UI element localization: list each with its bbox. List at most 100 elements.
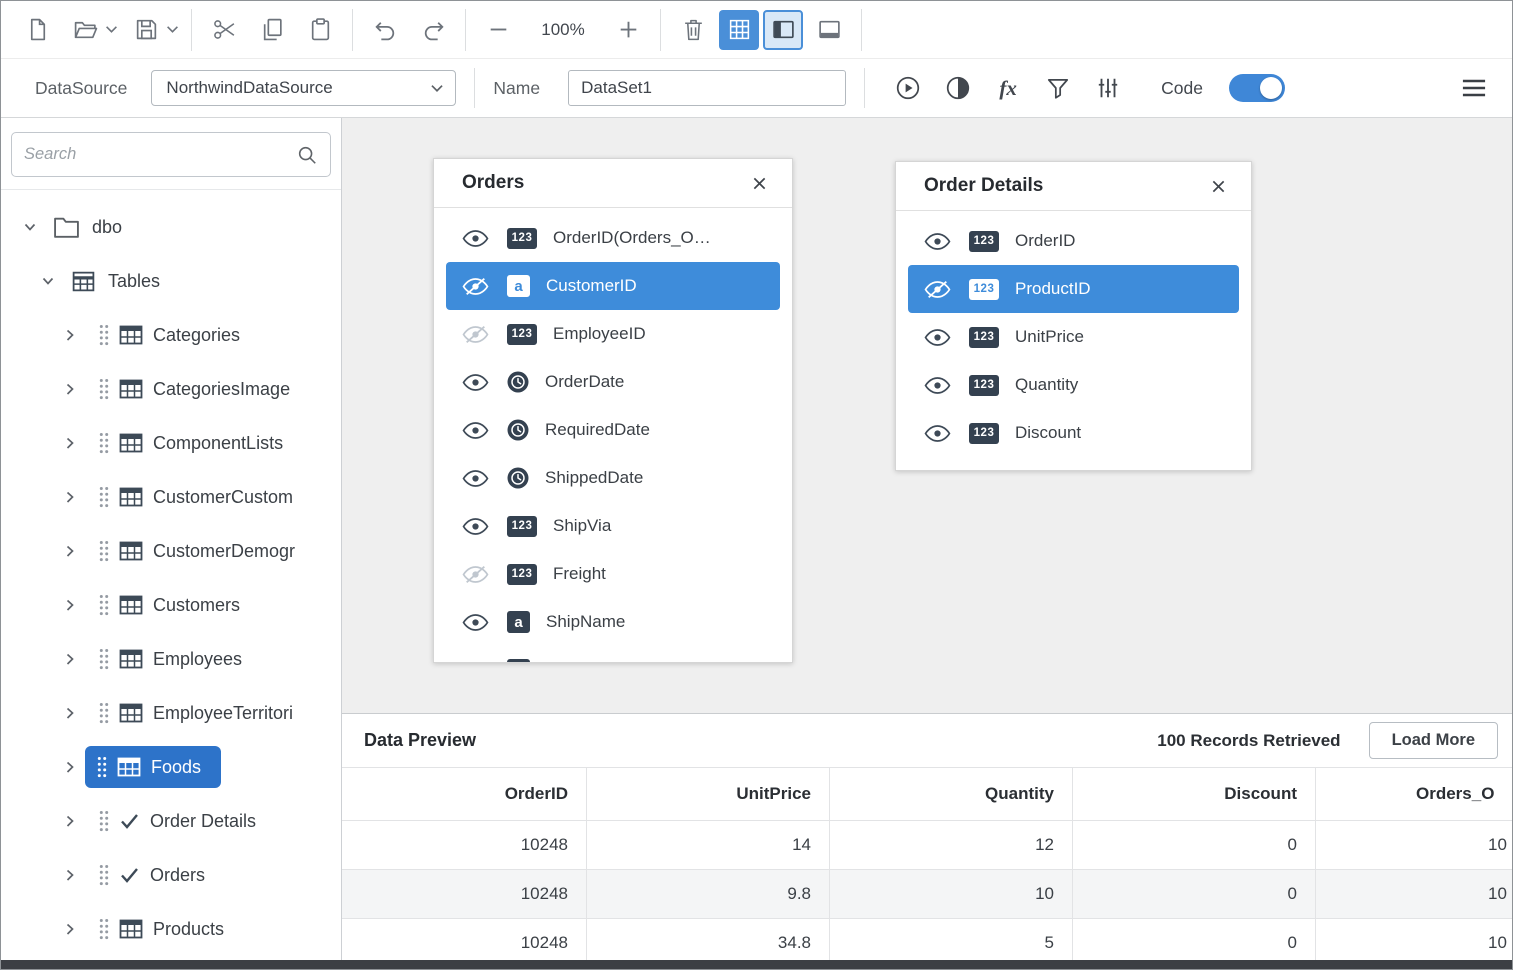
chevron-right-icon[interactable] <box>63 382 77 396</box>
chevron-down-icon[interactable] <box>23 220 37 234</box>
eye-hidden-icon[interactable] <box>462 325 489 344</box>
eye-visible-icon[interactable] <box>462 373 489 392</box>
save-dropdown-chevron-icon[interactable] <box>166 25 179 34</box>
undo-button[interactable] <box>363 8 407 52</box>
eye-visible-icon[interactable] <box>462 421 489 440</box>
left-panel-toggle[interactable] <box>763 10 803 50</box>
drag-handle-icon[interactable] <box>97 756 107 778</box>
eye-visible-icon[interactable] <box>924 232 951 251</box>
drag-handle-icon[interactable] <box>99 702 109 724</box>
close-card-button[interactable] <box>744 168 774 198</box>
bottom-panel-toggle[interactable] <box>807 8 851 52</box>
chevron-right-icon[interactable] <box>63 436 77 450</box>
chevron-right-icon[interactable] <box>63 814 77 828</box>
eye-visible-icon[interactable] <box>924 328 951 347</box>
chevron-right-icon[interactable] <box>63 868 77 882</box>
new-report-button[interactable] <box>15 8 59 52</box>
copy-button[interactable] <box>250 8 294 52</box>
field-row-employeeid[interactable]: 123 EmployeeID <box>434 310 792 358</box>
search-input[interactable] <box>24 145 296 164</box>
run-query-button[interactable] <box>883 66 933 110</box>
field-row-freight[interactable]: 123 Freight <box>434 550 792 598</box>
eye-visible-icon[interactable] <box>462 613 489 632</box>
chevron-right-icon[interactable] <box>63 760 77 774</box>
expression-button[interactable]: fx <box>983 66 1033 110</box>
zoom-out-button[interactable] <box>476 8 520 52</box>
drag-handle-icon[interactable] <box>99 594 109 616</box>
field-row-productid[interactable]: 123 ProductID <box>908 265 1239 313</box>
drag-handle-icon[interactable] <box>99 540 109 562</box>
paste-button[interactable] <box>298 8 342 52</box>
menu-button[interactable] <box>1452 66 1496 110</box>
eye-visible-icon[interactable] <box>924 376 951 395</box>
sidebar-item-categoriesimage[interactable]: CategoriesImage <box>1 362 341 416</box>
chevron-down-icon[interactable] <box>41 274 55 288</box>
field-row-quantity[interactable]: 123 Quantity <box>896 361 1251 409</box>
sidebar-item-customers[interactable]: Customers <box>1 578 341 632</box>
open-dropdown-chevron-icon[interactable] <box>105 25 118 34</box>
code-toggle[interactable] <box>1229 74 1285 102</box>
eye-visible-icon[interactable] <box>462 661 489 664</box>
sidebar-item-dbo[interactable]: dbo <box>1 200 341 254</box>
card-header[interactable]: Order Details <box>896 162 1251 211</box>
filter-button[interactable] <box>1033 66 1083 110</box>
search-icon[interactable] <box>296 144 318 166</box>
sidebar-item-order-details[interactable]: Order Details <box>1 794 341 848</box>
card-header[interactable]: Orders <box>434 159 792 208</box>
drag-handle-icon[interactable] <box>99 324 109 346</box>
load-more-button[interactable]: Load More <box>1369 722 1498 759</box>
open-button[interactable] <box>63 8 107 52</box>
field-row-requireddate[interactable]: RequiredDate <box>434 406 792 454</box>
chevron-right-icon[interactable] <box>63 490 77 504</box>
field-row-discount[interactable]: 123 Discount <box>896 409 1251 457</box>
sidebar-item-customerdemogr[interactable]: CustomerDemogr <box>1 524 341 578</box>
sidebar-item-orders[interactable]: Orders <box>1 848 341 902</box>
sidebar-item-componentlists[interactable]: ComponentLists <box>1 416 341 470</box>
eye-visible-icon[interactable] <box>462 229 489 248</box>
field-row-partial[interactable]: a <box>434 646 792 663</box>
drag-handle-icon[interactable] <box>99 432 109 454</box>
drag-handle-icon[interactable] <box>99 810 109 832</box>
field-row-shipvia[interactable]: 123 ShipVia <box>434 502 792 550</box>
eye-visible-icon[interactable] <box>924 424 951 443</box>
sidebar-item-customercustom[interactable]: CustomerCustom <box>1 470 341 524</box>
drag-handle-icon[interactable] <box>99 918 109 940</box>
field-row-orderid[interactable]: 123 OrderID <box>896 217 1251 265</box>
join-editor-button[interactable] <box>933 66 983 110</box>
chevron-right-icon[interactable] <box>63 652 77 666</box>
field-row-shipname[interactable]: a ShipName <box>434 598 792 646</box>
delete-button[interactable] <box>671 8 715 52</box>
chevron-right-icon[interactable] <box>63 598 77 612</box>
selected-tree-item[interactable]: Foods <box>85 746 221 788</box>
field-row-customerid[interactable]: a CustomerID <box>446 262 780 310</box>
eye-visible-icon[interactable] <box>462 517 489 536</box>
eye-hidden-icon[interactable] <box>924 280 951 299</box>
drag-handle-icon[interactable] <box>99 486 109 508</box>
close-card-button[interactable] <box>1203 171 1233 201</box>
sidebar-item-employees[interactable]: Employees <box>1 632 341 686</box>
field-row-unitprice[interactable]: 123 UnitPrice <box>896 313 1251 361</box>
field-row-orderdate[interactable]: OrderDate <box>434 358 792 406</box>
zoom-in-button[interactable] <box>606 8 650 52</box>
field-row-shippeddate[interactable]: ShippedDate <box>434 454 792 502</box>
field-row-orderid[interactable]: 123 OrderID(Orders_O… <box>434 214 792 262</box>
search-box[interactable] <box>11 132 331 177</box>
save-button[interactable] <box>124 8 168 52</box>
sidebar-item-products[interactable]: Products <box>1 902 341 956</box>
chevron-right-icon[interactable] <box>63 544 77 558</box>
sidebar-item-foods[interactable]: Foods <box>1 740 341 794</box>
drag-handle-icon[interactable] <box>99 378 109 400</box>
sidebar-item-categories[interactable]: Categories <box>1 308 341 362</box>
chevron-right-icon[interactable] <box>63 706 77 720</box>
sidebar-item-employeeterritories[interactable]: EmployeeTerritori <box>1 686 341 740</box>
sidebar-item-tables[interactable]: Tables <box>1 254 341 308</box>
grid-view-toggle[interactable] <box>719 10 759 50</box>
drag-handle-icon[interactable] <box>99 864 109 886</box>
eye-visible-icon[interactable] <box>462 469 489 488</box>
dataset-name-input[interactable] <box>568 70 846 106</box>
eye-hidden-icon[interactable] <box>462 277 489 296</box>
cut-button[interactable] <box>202 8 246 52</box>
datasource-select[interactable]: NorthwindDataSource <box>151 70 456 106</box>
eye-hidden-icon[interactable] <box>462 565 489 584</box>
drag-handle-icon[interactable] <box>99 648 109 670</box>
